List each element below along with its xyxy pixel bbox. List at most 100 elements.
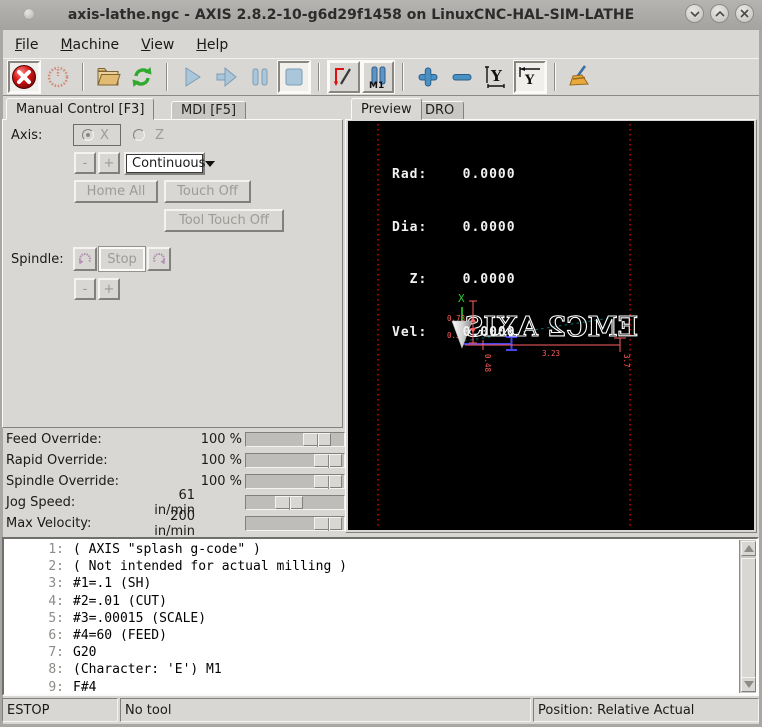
dro-readout: Rad: 0.0000 Dia: 0.0000 Z: 0.0000 Vel: 0… — [392, 131, 516, 376]
optional-stop-m1-icon: M1 — [366, 65, 390, 89]
estop-button[interactable] — [8, 61, 40, 93]
step-program-button[interactable] — [210, 61, 242, 93]
axis-x-radio[interactable]: X — [73, 124, 121, 146]
axis-z-radio[interactable]: Z — [133, 128, 164, 143]
feed-override-row: Feed Override: 100 % — [6, 429, 345, 450]
stop-icon — [282, 65, 306, 89]
slider-handle[interactable] — [303, 433, 331, 446]
scroll-thumb[interactable] — [741, 558, 756, 679]
tab-manual-control[interactable]: Manual Control [F3] — [6, 98, 154, 120]
gcode-listing[interactable]: 1:( AXIS "splash g-code" ) 2:( Not inten… — [2, 537, 759, 696]
run-icon — [180, 65, 204, 89]
spindle-cw-button[interactable] — [147, 247, 171, 271]
window-title: axis-lathe.ngc - AXIS 2.8.2-10-g6d29f145… — [50, 7, 652, 23]
skip-lines-toggle[interactable] — [328, 61, 360, 93]
clear-plot-button[interactable] — [564, 61, 596, 93]
gcode-line[interactable]: 4:#2=.01 (CUT) — [4, 593, 757, 610]
jog-speed-slider[interactable] — [245, 495, 345, 510]
reload-icon — [129, 64, 155, 90]
menu-file[interactable]: File — [15, 37, 38, 53]
dro-rad: Rad: 0.0000 — [392, 166, 516, 184]
touch-off-button[interactable]: Touch Off — [164, 180, 251, 203]
reload-file-button[interactable] — [126, 61, 158, 93]
maximize-button[interactable] — [710, 4, 729, 23]
gcode-line[interactable]: 1:( AXIS "splash g-code" ) — [4, 541, 757, 558]
axis-label: Axis: — [11, 128, 42, 143]
run-program-button[interactable] — [176, 61, 208, 93]
feed-override-value: 100 % — [140, 432, 245, 447]
power-icon — [46, 65, 70, 89]
jog-minus-button[interactable]: - — [74, 152, 96, 174]
feed-override-slider[interactable] — [245, 432, 345, 447]
max-velocity-slider[interactable] — [245, 516, 345, 531]
jog-mode-dropdown[interactable]: Continuous — [124, 152, 205, 175]
zoom-in-button[interactable] — [412, 61, 444, 93]
rapid-override-row: Rapid Override: 100 % — [6, 450, 345, 471]
slider-handle[interactable] — [314, 517, 342, 530]
spindle-stop-button[interactable]: Stop — [99, 247, 145, 271]
tab-dro[interactable]: DRO — [415, 101, 464, 120]
slider-handle[interactable] — [275, 496, 303, 509]
skip-lines-icon — [332, 65, 356, 89]
toolbar-separator — [554, 63, 556, 91]
menu-help[interactable]: Help — [196, 37, 228, 53]
rapid-override-value: 100 % — [140, 453, 245, 468]
preview-canvas[interactable]: X EMC2 AXIS 0.78 0.3 0.48 3.23 3.7 — [348, 121, 754, 530]
gcode-line[interactable]: 3:#1=.1 (SH) — [4, 575, 757, 592]
toolbar-separator — [166, 63, 168, 91]
gcode-line[interactable]: 8:(Character: 'E') M1 — [4, 661, 757, 678]
tool-touch-off-button[interactable]: Tool Touch Off — [164, 209, 284, 232]
home-all-button[interactable]: Home All — [74, 180, 158, 203]
optional-stop-toggle[interactable]: M1 — [362, 61, 394, 93]
max-velocity-label: Max Velocity: — [6, 516, 140, 531]
estop-icon — [11, 64, 37, 90]
preview-panel: X EMC2 AXIS 0.78 0.3 0.48 3.23 3.7 — [345, 119, 757, 533]
spindle-minus-button[interactable]: - — [74, 278, 96, 300]
spindle-plus-button[interactable]: + — [98, 278, 120, 300]
tab-mdi[interactable]: MDI [F5] — [171, 101, 246, 120]
titlebar[interactable]: axis-lathe.ngc - AXIS 2.8.2-10-g6d29f145… — [0, 0, 762, 30]
window-icon — [24, 9, 34, 19]
close-icon — [740, 9, 749, 18]
machine-power-button[interactable] — [42, 61, 74, 93]
gcode-line[interactable]: 5:#3=.00015 (SCALE) — [4, 610, 757, 627]
dro-dia: Dia: 0.0000 — [392, 219, 516, 237]
pause-program-button[interactable] — [244, 61, 276, 93]
gcode-line[interactable]: 7:G20 — [4, 644, 757, 661]
dro-vel: Vel: 0.0000 — [392, 324, 516, 342]
gcode-line[interactable]: 6:#4=60 (FEED) — [4, 627, 757, 644]
toolbar-separator — [402, 63, 404, 91]
rapid-override-label: Rapid Override: — [6, 453, 140, 468]
gcode-scrollbar[interactable] — [739, 540, 756, 693]
open-folder-icon — [95, 64, 121, 90]
gcode-line[interactable]: 2:( Not intended for actual milling ) — [4, 558, 757, 575]
dim-width-end: 3.7 — [622, 354, 631, 368]
zoom-in-icon — [416, 65, 440, 89]
open-file-button[interactable] — [92, 61, 124, 93]
toolbar: M1 Y Y — [3, 58, 759, 96]
scroll-up-button[interactable] — [741, 541, 756, 556]
triangle-up-icon — [744, 545, 754, 552]
chevron-down-icon — [690, 11, 700, 17]
triangle-down-icon — [744, 681, 754, 688]
view-y2-button[interactable]: Y — [514, 61, 546, 93]
slider-handle[interactable] — [314, 454, 342, 467]
gcode-line[interactable]: 9:F#4 — [4, 679, 757, 696]
toolbar-separator — [318, 63, 320, 91]
close-button[interactable] — [735, 4, 754, 23]
menu-machine[interactable]: Machine — [60, 37, 119, 53]
spindle-override-slider[interactable] — [245, 474, 345, 489]
scroll-down-button[interactable] — [741, 677, 756, 692]
rapid-override-slider[interactable] — [245, 453, 345, 468]
axis-window: axis-lathe.ngc - AXIS 2.8.2-10-g6d29f145… — [0, 0, 762, 727]
jog-speed-label: Jog Speed: — [6, 495, 140, 510]
view-y-button[interactable]: Y — [480, 61, 512, 93]
menu-view[interactable]: View — [141, 37, 174, 53]
spindle-ccw-button[interactable] — [73, 247, 97, 271]
tab-preview[interactable]: Preview — [351, 98, 422, 120]
slider-handle[interactable] — [314, 475, 342, 488]
stop-program-button[interactable] — [278, 61, 310, 93]
minimize-button[interactable] — [685, 4, 704, 23]
jog-plus-button[interactable]: + — [98, 152, 120, 174]
zoom-out-button[interactable] — [446, 61, 478, 93]
